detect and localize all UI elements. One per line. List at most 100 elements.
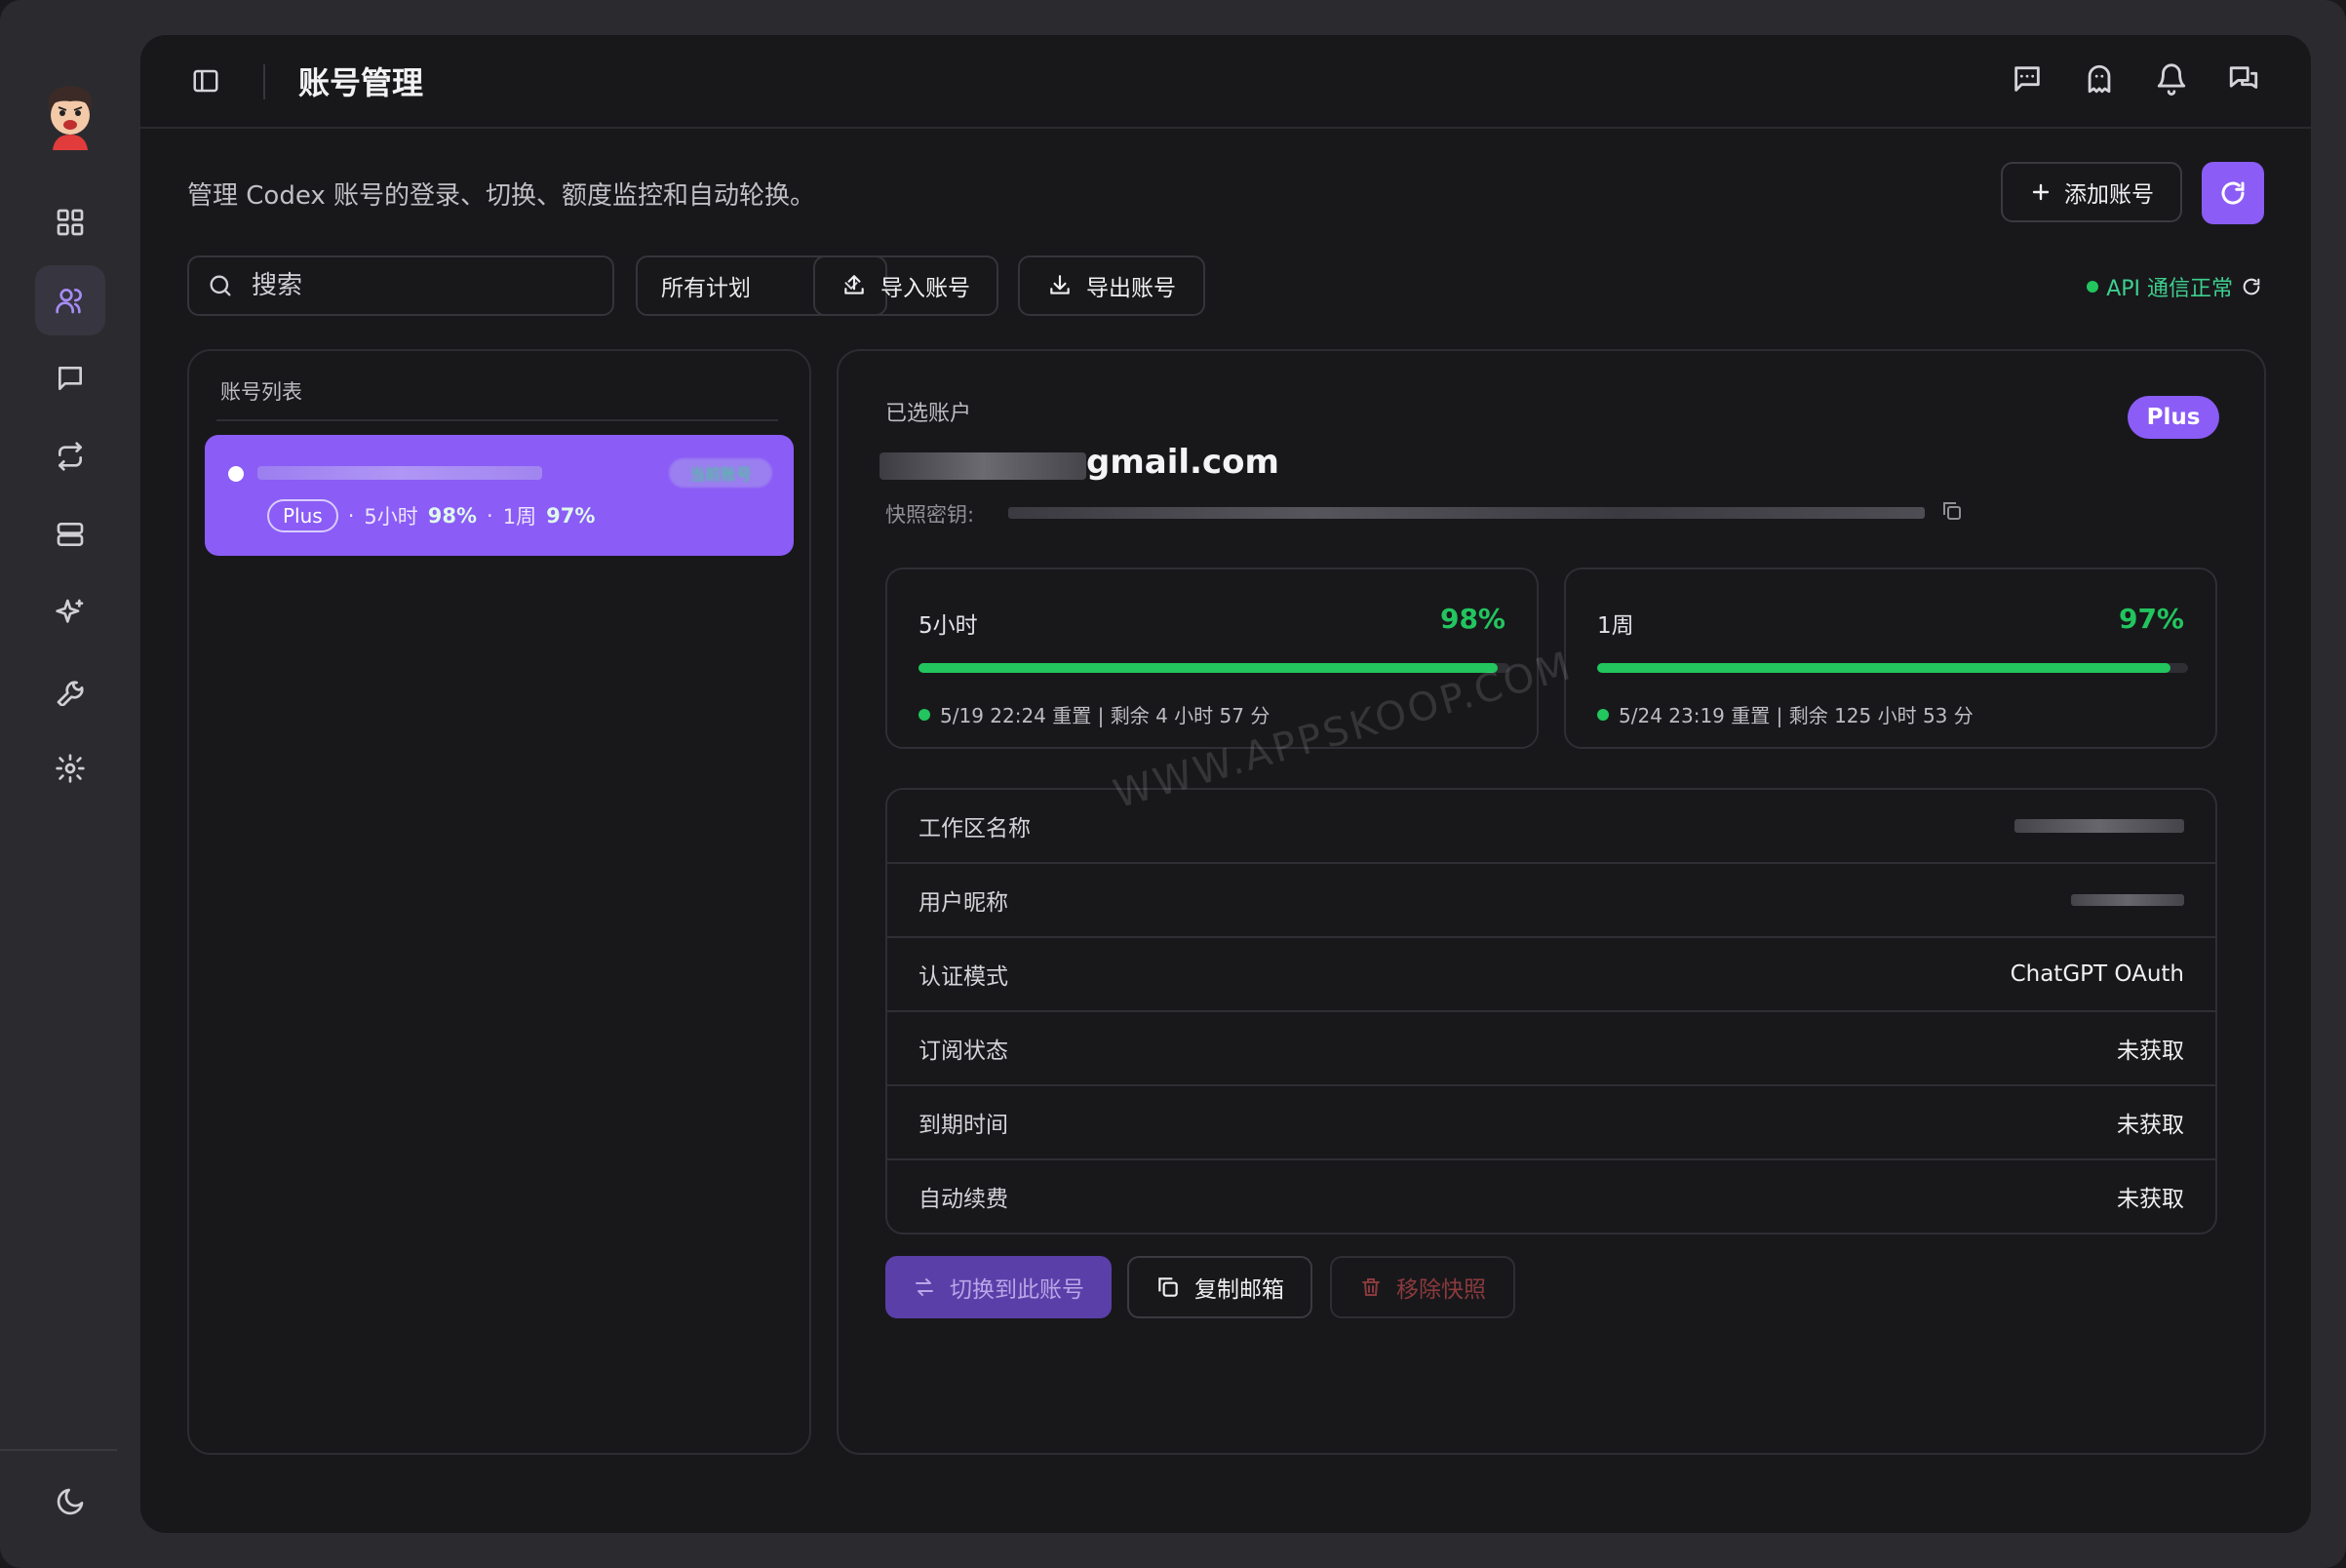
feedback-icon[interactable] (2011, 62, 2044, 96)
account-list-panel: 账号列表 当前账号 Plus · 5小时 98% · 1周 97% (187, 349, 811, 1455)
copy-email-button[interactable]: 复制邮箱 (1127, 1256, 1312, 1318)
switch-icon (916, 1278, 933, 1296)
download-icon (1050, 275, 1070, 294)
copy-email-label: 复制邮箱 (1194, 1277, 1284, 1303)
quota-label: 1周 (1597, 613, 1634, 639)
api-status-label: API 通信正常 (2106, 277, 2233, 301)
current-account-badge: 当前账号 (669, 458, 772, 488)
refresh-icon[interactable] (2241, 276, 2262, 297)
import-accounts-button[interactable]: 导入账号 (813, 255, 998, 316)
export-accounts-button[interactable]: 导出账号 (1018, 255, 1205, 316)
import-label: 导入账号 (880, 276, 970, 301)
workspace-redacted (2014, 819, 2184, 833)
account-email-redacted (257, 466, 542, 480)
copy-icon (1158, 1277, 1178, 1297)
switch-account-button[interactable]: 切换到此账号 (885, 1256, 1112, 1318)
quota-percent: 98% (1439, 603, 1505, 635)
list-divider (216, 419, 778, 421)
account-list-item[interactable]: 当前账号 Plus · 5小时 98% · 1周 97% (205, 435, 794, 556)
info-key: 自动续费 (919, 1187, 1008, 1212)
topbar-divider (263, 64, 265, 99)
main-content: 账号管理 管理 Codex 账号的登录、切换、额度监控和自动轮换。 添加账号 所… (140, 35, 2311, 1533)
message-square-icon (59, 367, 82, 390)
email-domain: gmail.com (1086, 443, 1279, 482)
nav-rotation[interactable] (35, 421, 105, 491)
week-label: 1周 (502, 505, 537, 529)
status-dot (919, 708, 930, 721)
info-row-workspace: 工作区名称 (887, 790, 2215, 864)
quota-progress-fill (1597, 663, 2170, 673)
h5-label: 5小时 (364, 505, 418, 529)
quota-progress-track (919, 663, 1509, 673)
sidebar-toggle-icon[interactable] (191, 66, 220, 96)
account-detail-panel: 已选账户 Plus gmail.com 快照密钥: 5小时 98% 5/19 2… (837, 349, 2266, 1455)
info-key: 订阅状态 (919, 1039, 1008, 1064)
app-window: 账号管理 管理 Codex 账号的登录、切换、额度监控和自动轮换。 添加账号 所… (0, 0, 2346, 1568)
quota-label: 5小时 (919, 613, 978, 639)
quota-card-week: 1周 97% 5/24 23:19 重置 | 剩余 125 小时 53 分 (1564, 568, 2217, 749)
repeat-icon (59, 442, 82, 471)
nav-settings[interactable] (35, 733, 105, 804)
info-value: ChatGPT OAuth (2010, 961, 2184, 987)
plan-filter-value: 所有计划 (661, 276, 751, 301)
page-description: 管理 Codex 账号的登录、切换、额度监控和自动轮换。 (187, 181, 816, 211)
info-row-nickname: 用户昵称 (887, 864, 2215, 938)
quota-reset-info: 5/24 23:19 重置 | 剩余 125 小时 53 分 (1597, 700, 1974, 728)
plan-pill: Plus (267, 499, 338, 532)
remove-snapshot-button[interactable]: 移除快照 (1330, 1256, 1515, 1318)
snapshot-key-redacted (1008, 507, 1925, 519)
theme-toggle[interactable] (35, 1467, 105, 1537)
quota-progress-track (1597, 663, 2188, 673)
chat-icon[interactable] (2227, 62, 2260, 96)
wrench-icon (57, 681, 84, 706)
remove-snapshot-label: 移除快照 (1396, 1277, 1486, 1303)
h5-percent: 98% (427, 504, 478, 528)
nav-ai[interactable] (35, 577, 105, 647)
sidebar-divider (0, 1449, 117, 1451)
server-icon (57, 523, 84, 546)
avatar[interactable] (39, 80, 101, 150)
moon-icon (57, 1488, 84, 1515)
nav-dashboard[interactable] (35, 187, 105, 257)
search-input[interactable] (250, 270, 585, 301)
email-redacted (880, 452, 1086, 480)
bell-icon[interactable] (2155, 62, 2188, 96)
switch-account-label: 切换到此账号 (950, 1277, 1084, 1303)
selected-account-label: 已选账户 (885, 402, 972, 426)
search-icon (210, 275, 231, 296)
status-dot (1597, 708, 1609, 721)
info-row-subscription: 订阅状态 未获取 (887, 1012, 2215, 1086)
nav-tools[interactable] (35, 655, 105, 725)
users-icon (56, 289, 82, 314)
add-account-button[interactable]: 添加账号 (2001, 162, 2182, 222)
quota-percent: 97% (2118, 603, 2184, 635)
ghost-icon[interactable] (2083, 62, 2116, 96)
account-info-table: 工作区名称 用户昵称 认证模式 ChatGPT OAuth 订阅状态 未获取 到… (885, 788, 2217, 1235)
info-row-auth-mode: 认证模式 ChatGPT OAuth (887, 938, 2215, 1012)
info-value: 未获取 (2117, 1113, 2184, 1138)
selected-dot (228, 466, 244, 482)
info-value: 未获取 (2117, 1187, 2184, 1212)
topbar: 账号管理 (140, 35, 2311, 129)
export-label: 导出账号 (1086, 276, 1176, 301)
sparkles-icon (56, 599, 84, 623)
quota-reset-text: 5/24 23:19 重置 | 剩余 125 小时 53 分 (1619, 704, 1974, 727)
nav-accounts[interactable] (35, 265, 105, 335)
info-key: 用户昵称 (919, 890, 1008, 916)
upload-icon (844, 275, 864, 294)
page-title: 账号管理 (298, 64, 424, 101)
nav-messages[interactable] (35, 343, 105, 413)
copy-icon[interactable] (1940, 499, 1964, 523)
sidebar (0, 0, 140, 1568)
quota-reset-text: 5/19 22:24 重置 | 剩余 4 小时 57 分 (940, 704, 1271, 727)
info-value: 未获取 (2117, 1039, 2184, 1064)
refresh-button[interactable] (2202, 162, 2264, 224)
add-account-label: 添加账号 (2064, 182, 2154, 208)
gear-icon (56, 754, 85, 783)
account-usage-summary: Plus · 5小时 98% · 1周 97% (267, 499, 595, 532)
info-row-auto-renew: 自动续费 未获取 (887, 1160, 2215, 1233)
api-status: API 通信正常 (2087, 271, 2262, 302)
nav-servers[interactable] (35, 499, 105, 569)
topbar-actions (2011, 62, 2260, 96)
quota-reset-info: 5/19 22:24 重置 | 剩余 4 小时 57 分 (919, 700, 1270, 728)
